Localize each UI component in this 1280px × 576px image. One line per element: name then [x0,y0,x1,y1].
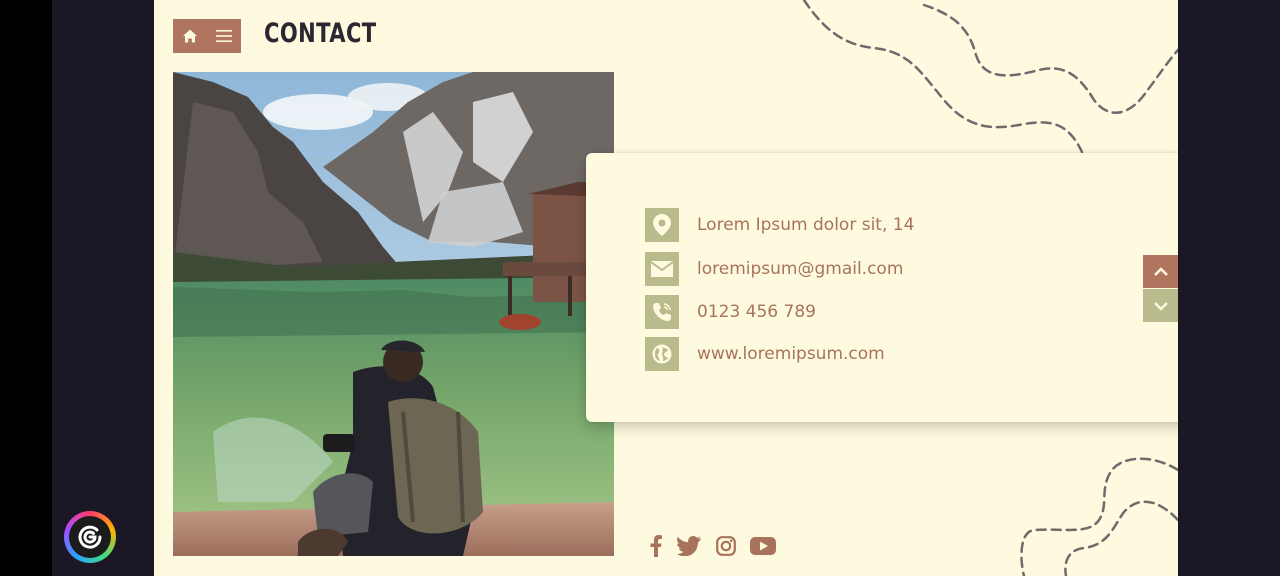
location-pin-icon [653,214,671,236]
assistant-floating-button[interactable] [64,511,116,563]
facebook-icon [650,535,662,557]
contact-page: CONTACT Lorem Ipsum dolor sit, 14 loremi… [154,0,1178,576]
contact-email[interactable]: loremipsum@gmail.com [697,259,903,279]
instagram-icon [716,536,736,556]
landscape-illustration [173,72,614,556]
menu-button[interactable] [207,19,241,53]
instagram-link[interactable] [715,534,737,558]
twitter-icon [677,536,701,556]
right-letterbox [1178,0,1280,576]
contact-address: Lorem Ipsum dolor sit, 14 [697,215,915,235]
page-title: CONTACT [264,18,377,49]
home-button[interactable] [173,19,207,53]
globe-icon [652,344,672,364]
contact-card: Lorem Ipsum dolor sit, 14 loremipsum@gma… [586,153,1178,422]
assistant-icon [78,525,102,549]
envelope-icon [651,261,673,277]
facebook-link[interactable] [648,534,664,558]
contact-address-row: Lorem Ipsum dolor sit, 14 [645,208,914,242]
hero-photo [173,72,614,556]
contact-phone[interactable]: 0123 456 789 [697,302,816,322]
youtube-icon [750,537,776,555]
contact-website[interactable]: www.loremipsum.com [697,344,885,364]
contact-website-row: www.loremipsum.com [645,337,885,371]
home-icon [183,29,197,43]
scroll-down-button[interactable] [1143,289,1178,322]
twitter-link[interactable] [676,534,702,558]
hamburger-menu-icon [216,30,232,42]
nav-button-group [173,19,241,53]
youtube-link[interactable] [749,534,777,558]
contact-phone-row: 0123 456 789 [645,295,816,329]
scroll-up-button[interactable] [1143,255,1178,288]
chevron-up-icon [1153,266,1168,276]
left-letterbox [52,0,154,576]
left-screen-edge [0,0,52,576]
chevron-down-icon [1153,301,1168,311]
phone-icon [653,303,671,321]
contact-email-row: loremipsum@gmail.com [645,252,903,286]
